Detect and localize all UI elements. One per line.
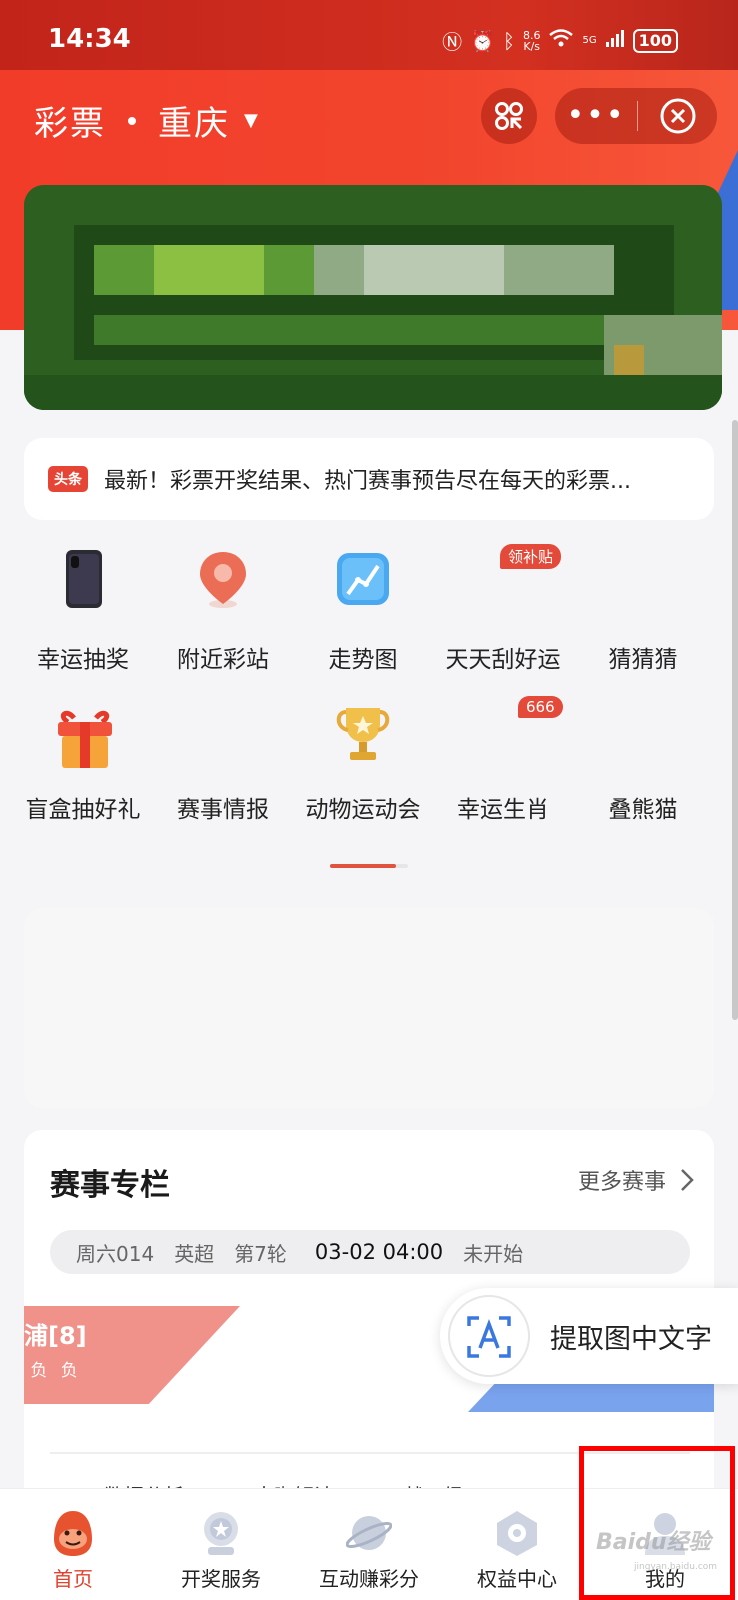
match-league: 英超 — [174, 1241, 215, 1266]
home-team-panel[interactable]: 勃浦[8] 胜 负 负 — [24, 1306, 240, 1404]
grid-item-label: 幸运抽奖 — [37, 647, 129, 673]
location-pin-icon — [192, 548, 254, 610]
grid-item-label: 叠熊猫 — [608, 797, 678, 823]
home-team-record: 胜 负 负 — [24, 1361, 82, 1381]
scan-icon — [495, 102, 523, 130]
lottery-ball-icon — [198, 1509, 244, 1557]
gift-box-icon — [52, 704, 114, 768]
nav-draw-service[interactable]: 开奖服务 — [156, 1489, 286, 1600]
city-name: 重庆 — [158, 104, 230, 144]
nav-label: 首页 — [53, 1567, 93, 1591]
banner-block — [364, 245, 504, 295]
status-bar: 14:34 Ⓝ ⏰ ᛒ 8.6 K/s 5G 100 — [0, 0, 738, 70]
grid-item-label: 天天刮好运 — [445, 647, 561, 673]
match-round: 第7轮 — [234, 1241, 287, 1266]
close-button[interactable] — [638, 97, 717, 135]
more-button[interactable]: ••• — [555, 101, 637, 131]
banner-block — [614, 345, 644, 375]
nav-label: 权益中心 — [477, 1567, 557, 1591]
extract-text-label: 提取图中文字 — [550, 1323, 712, 1355]
match-info-bar: 周六014 英超 第7轮 03-02 04:00 未开始 — [50, 1230, 690, 1274]
nfc-icon: Ⓝ — [442, 30, 463, 54]
headline-tag: 头条 — [48, 466, 88, 492]
match-datetime: 03-02 04:00 — [314, 1240, 444, 1264]
close-icon — [660, 98, 695, 134]
status-time: 14:34 — [48, 24, 131, 54]
nav-earn-points[interactable]: 互动赚彩分 — [304, 1489, 434, 1600]
grid-item-label: 走势图 — [328, 647, 398, 673]
trophy-icon — [332, 702, 394, 764]
match-week-no: 周六014 — [76, 1241, 155, 1266]
city-selector[interactable]: 彩票 重庆 ▼ — [34, 96, 260, 145]
empty-card — [24, 908, 714, 1108]
text-recognition-icon — [448, 1295, 530, 1377]
grid-item-label: 附近彩站 — [177, 647, 269, 673]
page-indicator — [330, 864, 408, 868]
trend-chart-icon — [332, 548, 394, 610]
panda-icon — [612, 698, 674, 760]
grid-item-label: 赛事情报 — [177, 797, 269, 823]
planet-icon — [345, 1509, 393, 1557]
chevron-right-icon — [681, 1169, 694, 1191]
app-name: 彩票 — [34, 104, 106, 144]
grid-item-label: 幸运生肖 — [457, 797, 549, 823]
wifi-icon — [548, 28, 574, 53]
title-bar: 彩票 重庆 ▼ ••• — [0, 80, 738, 152]
page-indicator-fill — [330, 864, 396, 868]
bluetooth-icon: ᛒ — [502, 28, 515, 53]
home-team-name: 勃浦[8] — [24, 1322, 87, 1350]
home-mascot-icon — [50, 1509, 96, 1557]
scan-button[interactable] — [481, 88, 537, 144]
nav-label: 开奖服务 — [181, 1567, 261, 1591]
count-badge: 666 — [518, 696, 563, 718]
extract-text-bubble[interactable]: 提取图中文字 — [440, 1288, 738, 1384]
mini-program-capsule: ••• — [555, 88, 717, 144]
section-title: 赛事专栏 — [50, 1168, 170, 1203]
signal-icon — [605, 28, 625, 53]
benefit-icon — [494, 1509, 540, 1557]
more-matches-label: 更多赛事 — [577, 1170, 666, 1195]
nav-home[interactable]: 首页 — [8, 1489, 138, 1600]
intel-icon — [192, 698, 254, 760]
highlight-box — [579, 1446, 735, 1600]
grid-item-label: 动物运动会 — [305, 797, 421, 823]
guess-icon — [612, 548, 674, 610]
banner-block — [94, 315, 654, 345]
phone-icon — [52, 548, 114, 610]
nav-benefit-center[interactable]: 权益中心 — [452, 1489, 582, 1600]
match-status: 未开始 — [463, 1241, 524, 1266]
alarm-icon: ⏰ — [470, 28, 495, 53]
scrollbar[interactable] — [732, 420, 738, 1020]
banner-block — [154, 245, 264, 295]
promo-banner[interactable] — [24, 185, 722, 410]
separator-dot — [128, 116, 136, 125]
banner-block — [24, 375, 722, 410]
subsidy-badge: 领补贴 — [500, 544, 562, 569]
net-speed: 8.6 K/s — [522, 28, 541, 53]
more-matches-link[interactable]: 更多赛事 — [578, 1164, 694, 1196]
grid-item-label: 猜猜猜 — [608, 647, 678, 673]
battery-indicator: 100 — [632, 28, 678, 53]
dropdown-caret-icon: ▼ — [244, 110, 260, 131]
grid-item-label: 盲盒抽好礼 — [25, 797, 141, 823]
news-ticker[interactable]: 头条 最新！彩票开奖结果、热门赛事预告尽在每天的彩票... — [24, 438, 714, 520]
network-type: 5G — [582, 35, 597, 46]
nav-label: 互动赚彩分 — [319, 1567, 419, 1591]
status-icons: Ⓝ ⏰ ᛒ 8.6 K/s 5G 100 — [442, 26, 678, 55]
news-text: 最新！彩票开奖结果、热门赛事预告尽在每天的彩票... — [104, 469, 631, 494]
